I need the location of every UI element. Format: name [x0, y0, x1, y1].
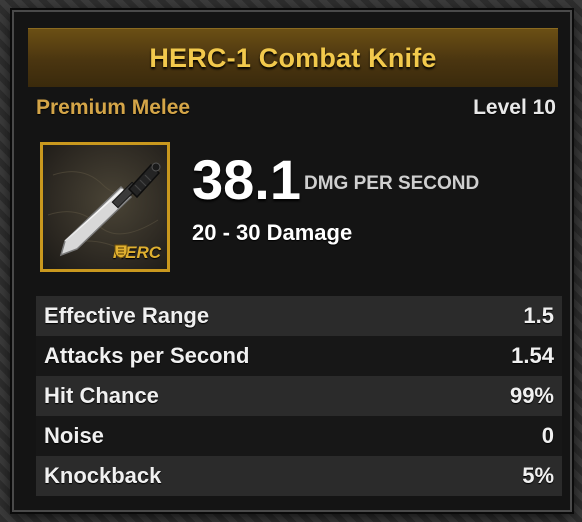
stat-value: 99% — [509, 383, 554, 408]
stat-row-knockback: Knockback 5% — [36, 456, 562, 496]
item-level: Level 10 — [473, 96, 556, 119]
stat-label: Hit Chance — [44, 383, 159, 408]
stat-value: 1.54 — [511, 343, 554, 368]
item-name: HERC-1 Combat Knife — [149, 42, 437, 73]
stat-row-attacks-per-second: Attacks per Second 1.54 — [36, 336, 562, 376]
item-class: Premium Melee — [36, 96, 191, 119]
weapon-icon-frame: HERC — [40, 142, 170, 272]
stat-value: 1.5 — [523, 303, 554, 328]
stat-label: Attacks per Second — [44, 343, 250, 368]
stat-label: Effective Range — [44, 303, 210, 328]
stat-row-noise: Noise 0 — [36, 416, 562, 456]
title-bar: HERC-1 Combat Knife — [28, 28, 558, 87]
dps-value: 38.1 — [192, 148, 301, 211]
stat-label: Noise — [44, 423, 104, 448]
herc-brand-badge: HERC — [113, 243, 161, 263]
stat-value: 5% — [522, 463, 554, 488]
stat-row-effective-range: Effective Range 1.5 — [36, 296, 562, 336]
stat-row-hit-chance: Hit Chance 99% — [36, 376, 562, 416]
stats-table: Effective Range 1.5 Attacks per Second 1… — [36, 296, 562, 496]
dps-label: DMG PER SECOND — [304, 173, 480, 194]
damage-range: 20 - 30 Damage — [192, 220, 353, 245]
herc-shield-icon — [114, 244, 128, 259]
stat-label: Knockback — [44, 463, 162, 488]
item-tooltip: HERC-1 Combat Knife Premium Melee Level … — [12, 10, 572, 512]
stat-value: 0 — [541, 423, 554, 448]
